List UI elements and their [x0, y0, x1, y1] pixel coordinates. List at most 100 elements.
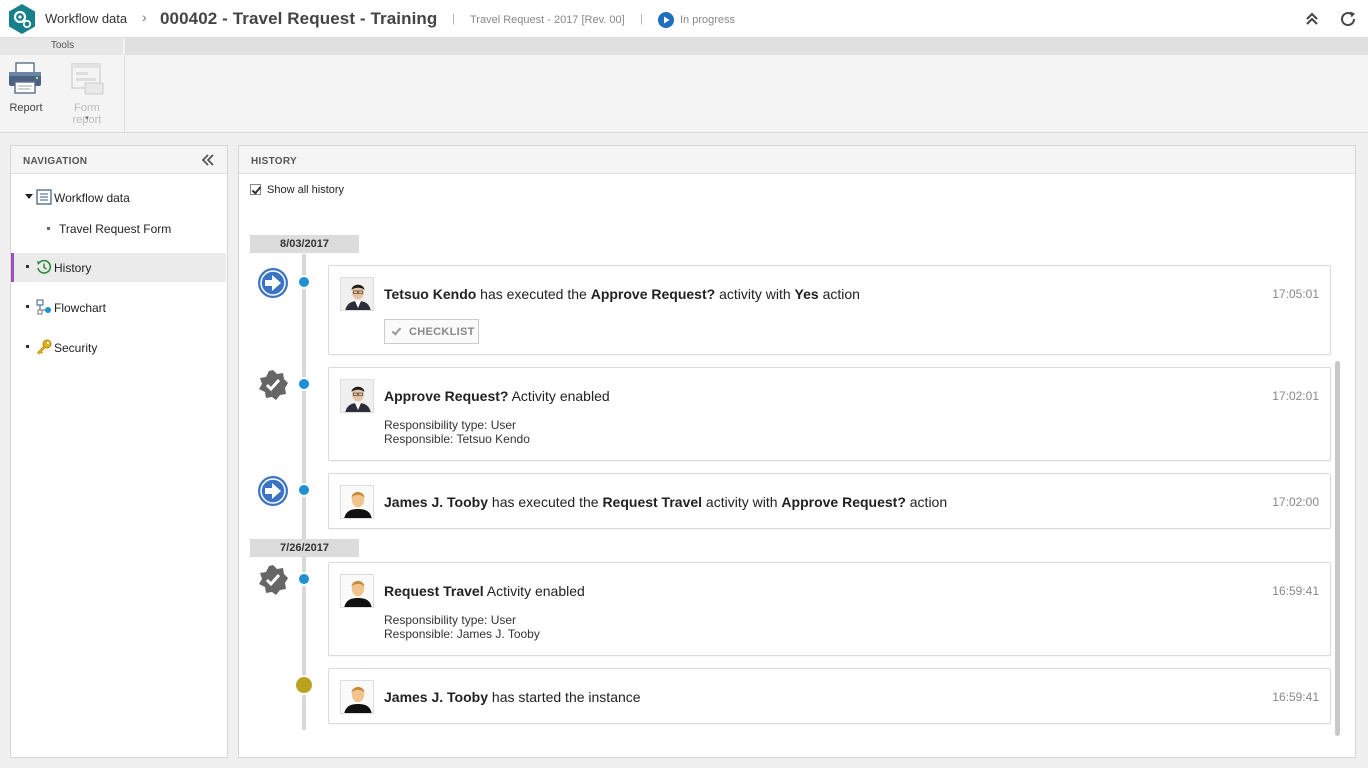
expand-caret-icon[interactable] — [25, 194, 33, 199]
nav-item-label: Flowchart — [54, 301, 107, 315]
collapse-left-icon[interactable] — [201, 153, 215, 167]
entry-time: 17:02:01 — [1272, 389, 1319, 403]
header-divider: | — [640, 13, 643, 25]
entry-message: James J. Tooby has started the instance — [384, 689, 641, 705]
show-all-history-label: Show all history — [267, 184, 345, 196]
header-divider: | — [452, 13, 455, 25]
form-report-button[interactable]: Form report ▾ — [59, 60, 115, 132]
show-all-history-checkbox[interactable] — [250, 184, 261, 195]
history-clock-icon — [37, 259, 52, 274]
avatar — [340, 574, 374, 608]
status-badge: In progress — [680, 14, 736, 26]
nav-item-label: Travel Request Form — [59, 222, 172, 236]
report-button[interactable]: Report — [0, 60, 54, 132]
nav-item-workflow-data[interactable]: Workflow data — [11, 183, 226, 212]
list-document-icon — [36, 189, 52, 205]
responsibility-type: Responsibility type: User — [384, 418, 517, 432]
refresh-icon[interactable] — [1339, 10, 1357, 28]
report-label: Report — [9, 102, 43, 114]
action-name: Approve Request? — [781, 494, 906, 510]
ribbon-toolbar: Tools Report Form report ▾ — [0, 38, 1368, 133]
avatar — [340, 680, 374, 714]
app-logo-icon[interactable] — [6, 3, 38, 35]
actor-name: James J. Tooby — [384, 494, 489, 510]
history-entry: Request Travel Activity enabled 16:59:41… — [328, 562, 1331, 656]
entry-time: 16:59:41 — [1272, 584, 1319, 598]
breadcrumb-separator: › — [142, 9, 147, 25]
breadcrumb-workflow-data[interactable]: Workflow data — [45, 11, 127, 26]
entry-time: 17:05:01 — [1272, 287, 1319, 301]
history-header: HISTORY — [239, 146, 1355, 174]
entry-text: action — [818, 286, 860, 302]
page-title: 000402 - Travel Request - Training — [160, 9, 438, 28]
entry-text: activity with — [702, 494, 782, 510]
date-separator: 8/03/2017 — [250, 235, 359, 253]
entry-message: James J. Tooby has executed the Request … — [384, 494, 947, 510]
responsibility-type: Responsibility type: User — [384, 613, 517, 627]
entry-text: activity with — [715, 286, 795, 302]
history-entry: Tetsuo Kendo has executed the Approve Re… — [328, 265, 1331, 355]
person-avatar-icon — [341, 681, 373, 713]
form-report-icon — [71, 63, 104, 95]
activity-enabled-badge-icon — [259, 565, 288, 595]
navigation-header: NAVIGATION — [11, 146, 227, 174]
activity-name: Approve Request? — [590, 286, 716, 302]
avatar — [340, 277, 374, 311]
activity-enabled-badge-icon — [259, 370, 288, 400]
person-avatar-icon — [341, 575, 373, 607]
chevron-down-icon[interactable]: ▾ — [59, 114, 115, 122]
start-dot-icon — [294, 675, 314, 695]
entry-message: Tetsuo Kendo has executed the Approve Re… — [384, 286, 860, 302]
history-panel: HISTORY Show all history 8/03/2017 7/26/… — [238, 145, 1356, 758]
activity-name: Request Travel — [384, 583, 484, 599]
nav-item-label: History — [54, 261, 92, 275]
history-scrollbar[interactable] — [1335, 361, 1340, 736]
responsible: Responsible: James J. Tooby — [384, 627, 540, 641]
avatar — [340, 379, 374, 413]
nav-item-flowchart[interactable]: Flowchart — [11, 293, 226, 322]
entry-text: action — [905, 494, 948, 510]
toolbar-group-label: Tools — [50, 40, 75, 51]
play-status-icon — [658, 12, 674, 28]
date-separator: 7/26/2017 — [250, 539, 359, 557]
flowchart-icon — [36, 299, 51, 315]
entry-text: Activity enabled — [508, 388, 610, 404]
check-icon — [391, 325, 402, 336]
executed-arrow-icon — [258, 268, 288, 298]
key-icon — [37, 339, 52, 355]
toolbar-band — [0, 38, 1368, 55]
entry-message: Approve Request? Activity enabled — [384, 388, 610, 404]
actor-name: Tetsuo Kendo — [384, 286, 477, 302]
nav-item-security[interactable]: Security — [11, 333, 226, 362]
timeline-dot — [297, 377, 311, 391]
printer-icon — [9, 62, 41, 94]
bullet — [26, 345, 29, 348]
navigation-title: NAVIGATION — [23, 156, 88, 167]
timeline-dot — [297, 572, 311, 586]
entry-text: has executed the — [476, 286, 591, 302]
history-title: HISTORY — [251, 156, 297, 167]
nav-item-travel-request-form[interactable]: Travel Request Form — [11, 216, 226, 240]
nav-item-label: Security — [54, 341, 98, 355]
checklist-button[interactable]: CHECKLIST — [384, 319, 479, 344]
nav-item-history[interactable]: History — [11, 253, 226, 282]
responsible: Responsible: Tetsuo Kendo — [384, 432, 530, 446]
entry-text: Activity enabled — [483, 583, 585, 599]
entry-time: 17:02:00 — [1272, 495, 1319, 509]
process-name: Travel Request - 2017 [Rev. 00] — [470, 14, 625, 26]
avatar — [340, 485, 374, 519]
person-avatar-icon — [341, 486, 373, 518]
top-bar: Workflow data › 000402 - Travel Request … — [0, 0, 1368, 38]
entry-text: has executed the — [488, 494, 603, 510]
navigation-panel: NAVIGATION Workflow data Travel Request … — [10, 145, 228, 758]
collapse-up-icon[interactable] — [1304, 11, 1320, 27]
entry-message: Request Travel Activity enabled — [384, 583, 585, 599]
timeline-dot — [297, 483, 311, 497]
entry-time: 16:59:41 — [1272, 690, 1319, 704]
bullet — [26, 265, 29, 268]
activity-name: Approve Request? — [384, 388, 509, 404]
history-entry: James J. Tooby has executed the Request … — [328, 473, 1331, 529]
person-avatar-icon — [341, 380, 373, 412]
actor-name: James J. Tooby — [384, 689, 489, 705]
executed-arrow-icon — [258, 476, 288, 506]
